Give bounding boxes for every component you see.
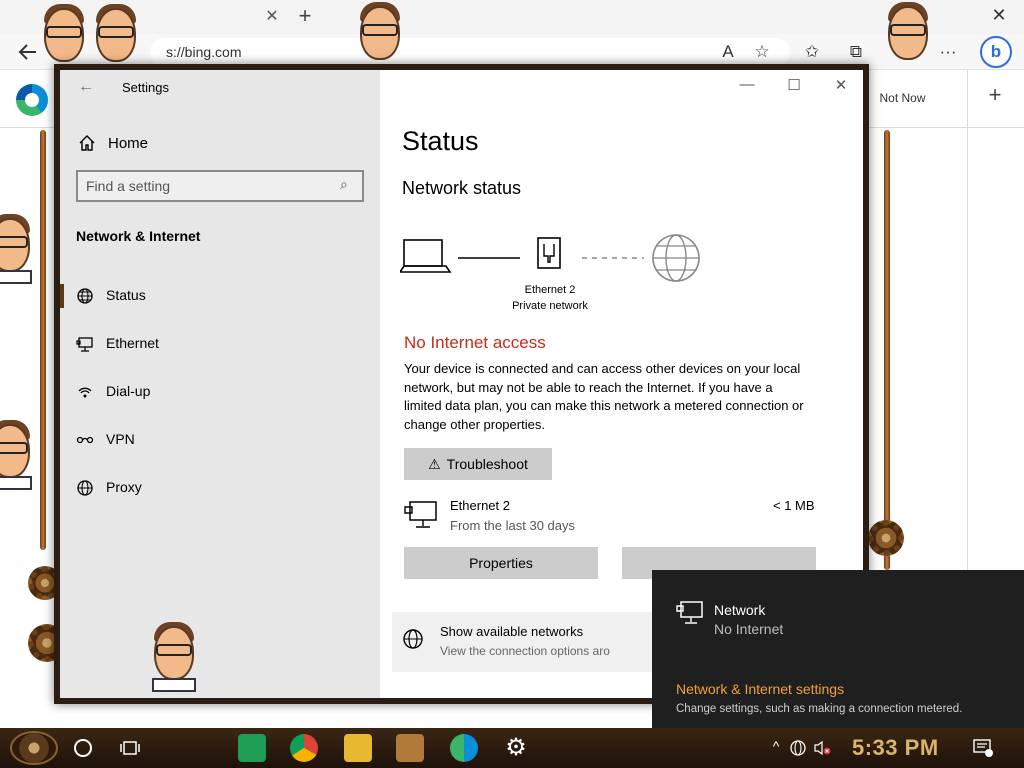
close-icon[interactable]: ✕: [829, 76, 853, 96]
dialup-icon: [78, 387, 92, 398]
browser-tab-strip: ✕ + ✕: [0, 0, 1024, 34]
speaker-muted-icon[interactable]: [812, 738, 832, 758]
adapter-usage: < 1 MB: [773, 498, 815, 513]
show-networks-subtitle: View the connection options aro: [440, 644, 610, 658]
file-explorer-icon[interactable]: [344, 734, 372, 762]
start-button[interactable]: [10, 731, 58, 765]
connection-status: No Internet access: [404, 333, 546, 352]
task-view-icon[interactable]: [120, 738, 140, 758]
sidebar-item-ethernet[interactable]: Ethernet: [60, 324, 380, 364]
globe-icon: [652, 234, 700, 282]
taskbar: ⚙ ^ 5:33 PM: [0, 728, 1024, 768]
vpn-icon: [76, 436, 94, 444]
troubleshoot-label: Troubleshoot: [446, 456, 528, 472]
globe-network-icon: [403, 629, 423, 649]
ethernet-adapter-icon: [404, 501, 437, 528]
sidebar-item-label: Ethernet: [106, 335, 159, 351]
cartoon-character: [86, 0, 146, 74]
network-icon: [676, 601, 703, 624]
find-setting-search[interactable]: ⌕: [76, 170, 364, 202]
flyout-note: Change settings, such as making a connec…: [676, 703, 963, 715]
ethernet-port-icon: [537, 237, 561, 269]
network-flyout: Network No Internet Network & Internet s…: [652, 570, 1024, 728]
bing-chat-button[interactable]: b: [980, 36, 1012, 68]
minimize-icon[interactable]: —: [735, 76, 759, 96]
tab-close-button[interactable]: ✕: [262, 7, 282, 27]
browser-close-button[interactable]: ✕: [988, 5, 1010, 27]
collections-icon[interactable]: ⧉: [844, 40, 868, 64]
edge-app-icon[interactable]: [450, 734, 478, 762]
ethernet-name: Ethernet 2: [524, 284, 576, 296]
search-icon[interactable]: ⌕: [340, 176, 348, 193]
page-title: Status: [402, 126, 479, 156]
network-status-heading: Network status: [402, 178, 522, 198]
sidebar-item-label: VPN: [106, 431, 135, 447]
sidebar-item-dialup[interactable]: Dial-up: [60, 372, 380, 412]
globe-status-icon: [77, 288, 93, 304]
sidebar-item-label: Status: [106, 287, 146, 303]
sheets-app-icon[interactable]: [238, 734, 266, 762]
cartoon-character: [878, 0, 938, 72]
favorite-add-icon[interactable]: ☆: [750, 40, 774, 64]
more-menu-icon[interactable]: ···: [936, 40, 960, 64]
network-diagram-label: Ethernet 2 Private network: [500, 282, 600, 314]
network-settings-link[interactable]: Network & Internet settings: [676, 681, 844, 697]
settings-gear-icon[interactable]: ⚙: [502, 734, 530, 762]
troubleshoot-button[interactable]: ⚠ Troubleshoot: [404, 448, 552, 480]
network-globe-icon[interactable]: [788, 738, 808, 758]
ethernet-icon: [76, 337, 93, 352]
show-networks-title: Show available networks: [440, 624, 584, 639]
photo-app-icon[interactable]: [396, 734, 424, 762]
flyout-network-title[interactable]: Network: [714, 602, 765, 618]
cortana-icon[interactable]: [74, 739, 92, 757]
sidebar-item-label: Dial-up: [106, 383, 151, 399]
edge-logo-icon: [16, 84, 48, 116]
home-icon: [79, 135, 95, 151]
flyout-network-status: No Internet: [714, 621, 784, 637]
back-arrow-icon[interactable]: ←: [78, 78, 98, 98]
gear-icon: [868, 520, 904, 556]
cartoon-character: [0, 206, 40, 284]
sidebar-item-vpn[interactable]: VPN: [60, 420, 380, 460]
section-heading: Network & Internet: [76, 228, 201, 244]
copper-pipe-right: [884, 130, 890, 570]
laptop-icon: [400, 239, 452, 273]
chrome-app-icon[interactable]: [290, 734, 318, 762]
network-type: Private network: [512, 300, 588, 312]
address-bar[interactable]: s://bing.com: [150, 38, 790, 66]
cartoon-character: [0, 412, 40, 490]
search-input[interactable]: [86, 176, 326, 196]
cartoon-character: [144, 614, 204, 692]
globe-icon: [77, 480, 93, 496]
settings-title: Settings: [122, 80, 169, 95]
show-available-networks[interactable]: Show available networks View the connect…: [392, 612, 692, 672]
sidebar-item-status[interactable]: Status: [60, 276, 380, 316]
read-aloud-icon[interactable]: A: [716, 40, 740, 64]
not-now-button[interactable]: Not Now: [866, 84, 930, 112]
sidebar-item-proxy[interactable]: Proxy: [60, 468, 380, 508]
home-label: Home: [108, 135, 149, 152]
cartoon-character: [350, 0, 410, 72]
settings-sidebar: ← Settings Home ⌕ Network & Internet Sta…: [60, 70, 380, 698]
home-nav-item[interactable]: Home: [76, 128, 366, 160]
taskbar-clock[interactable]: 5:33 PM: [852, 735, 939, 761]
notification-icon[interactable]: [972, 738, 994, 758]
warning-icon: ⚠: [428, 456, 441, 472]
copper-pipe-left: [40, 130, 46, 550]
chevron-up-icon[interactable]: ^: [766, 738, 786, 758]
adapter-period: From the last 30 days: [450, 518, 575, 533]
add-icon[interactable]: +: [984, 82, 1006, 107]
address-text: s://bing.com: [166, 44, 242, 60]
new-tab-button[interactable]: +: [294, 5, 316, 27]
favorites-icon[interactable]: ✩: [800, 40, 824, 64]
cartoon-character: [34, 0, 94, 74]
status-description: Your device is connected and can access …: [404, 361, 804, 432]
maximize-icon[interactable]: ☐: [782, 76, 806, 96]
adapter-name: Ethernet 2: [450, 498, 510, 513]
sidebar-item-label: Proxy: [106, 479, 142, 495]
properties-button[interactable]: Properties: [404, 547, 598, 579]
